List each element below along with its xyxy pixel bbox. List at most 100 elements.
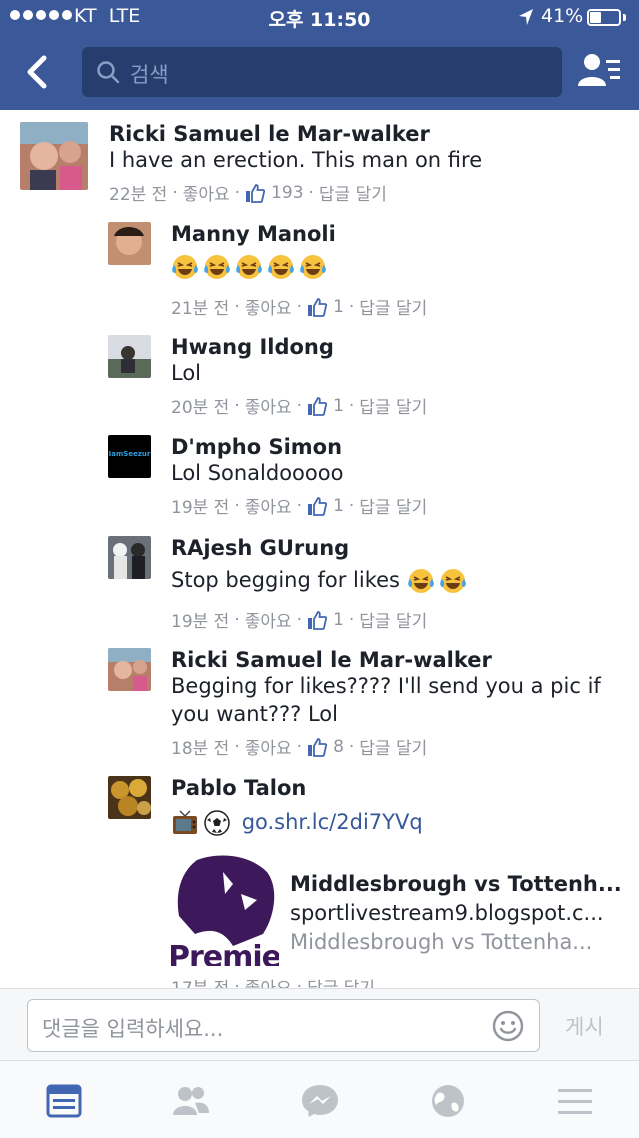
comment-placeholder: 댓글을 입력하세요... [42, 1017, 224, 1041]
reply: IamSeezur D'mpho Simon Lol Sonaldooooo 1… [108, 435, 628, 523]
comment-author[interactable]: Ricki Samuel le Mar-walker [109, 122, 430, 146]
comment-author[interactable]: Manny Manoli [171, 222, 336, 246]
separator: · [234, 736, 240, 757]
separator: · [296, 736, 303, 757]
like-button[interactable]: 좋아요 [245, 393, 292, 418]
logo-wordmark: Premier [171, 940, 279, 966]
separator: · [296, 395, 303, 416]
separator: · [348, 395, 355, 416]
like-count[interactable]: 1 [333, 496, 344, 516]
laughing-crying-emoji [300, 255, 326, 279]
like-count[interactable]: 1 [333, 297, 344, 317]
preview-description: Middlesbrough vs Tottenha... [290, 930, 593, 954]
battery-percentage: 41% [541, 5, 584, 27]
comment-time: 21분 전 [171, 299, 230, 319]
soccer-ball-emoji [204, 810, 230, 836]
shared-link[interactable]: go.shr.lc/2di7YVq [242, 810, 423, 834]
comment-author[interactable]: RAjesh GUrung [171, 536, 349, 560]
like-count[interactable]: 193 [271, 183, 303, 203]
comment-author[interactable]: Hwang Ildong [171, 335, 334, 359]
thumbs-up-icon [308, 737, 328, 757]
like-button[interactable]: 좋아요 [183, 180, 230, 205]
comment-text: I have an erection. This man on fire [109, 148, 483, 172]
separator: · [348, 296, 355, 317]
status-bar: KT LTE 오후 11:50 41% [0, 0, 639, 36]
comment-time: 20분 전 [171, 398, 230, 418]
avatar[interactable] [108, 776, 151, 819]
like-count[interactable]: 1 [333, 396, 344, 416]
laughing-crying-emoji [439, 569, 466, 593]
like-button[interactable]: 좋아요 [245, 493, 292, 518]
search-icon [97, 61, 120, 84]
reply-button[interactable]: 답글 달기 [359, 294, 427, 319]
comment-author[interactable]: Pablo Talon [171, 776, 306, 800]
comment-meta: 19분 전 · 좋아요 · 1 · 답글 달기 [171, 493, 427, 519]
reply: Manny Manoli 21분 전 · 좋아요 · 1 · 답글 달기 [108, 222, 628, 322]
preview-title[interactable]: Middlesbrough vs Tottenh... [290, 872, 622, 896]
reply-button[interactable]: 답글 달기 [359, 393, 427, 418]
battery-level-fill [590, 12, 602, 23]
reply-button[interactable]: 답글 달기 [359, 493, 427, 518]
like-button[interactable]: 좋아요 [245, 607, 292, 632]
like-button[interactable]: 좋아요 [245, 734, 292, 759]
reply-button[interactable]: 답글 달기 [359, 734, 427, 759]
laughing-crying-emoji [268, 255, 294, 279]
separator: · [296, 495, 303, 516]
menu-icon[interactable] [555, 1083, 595, 1119]
reply: Hwang Ildong Lol 20분 전 · 좋아요 · 1 · 답글 달기 [108, 335, 628, 423]
messenger-icon[interactable] [300, 1083, 340, 1119]
comment-meta: 20분 전 · 좋아요 · 1 · 답글 달기 [171, 393, 427, 419]
thumbs-up-icon [308, 297, 328, 317]
avatar[interactable] [108, 335, 151, 378]
like-button[interactable]: 좋아요 [245, 974, 292, 988]
avatar[interactable] [108, 536, 151, 579]
separator: · [234, 609, 240, 630]
emoji-row [407, 568, 471, 593]
back-button[interactable] [18, 50, 58, 94]
comment-text-row: go.shr.lc/2di7YVq [171, 808, 423, 837]
post-button[interactable]: 게시 [565, 1011, 604, 1041]
globe-icon[interactable] [428, 1083, 468, 1119]
reply: Ricki Samuel le Mar-walker Begging for l… [108, 648, 633, 763]
comment-time: 17분 전 [171, 974, 229, 988]
link-preview-card[interactable]: Premier Middlesbrough vs Tottenh... spor… [171, 854, 631, 978]
tab-bar [0, 1060, 639, 1138]
comment-text: Begging for likes???? I'll send you a pi… [171, 674, 601, 698]
comment-meta: 21분 전 · 좋아요 · 1 · 답글 달기 [171, 294, 427, 320]
battery-tip [623, 14, 626, 21]
like-count[interactable]: 1 [333, 610, 344, 630]
separator: · [234, 495, 240, 516]
separator: · [348, 495, 355, 516]
like-button[interactable]: 좋아요 [245, 294, 292, 319]
avatar[interactable] [108, 648, 151, 691]
comment-time: 18분 전 [171, 739, 230, 759]
comment-meta: 17분 전 · 좋아요 · 답글 달기 [171, 974, 375, 989]
comment-text: you want??? Lol [171, 702, 338, 726]
search-input[interactable]: 검색 [82, 47, 562, 97]
separator: · [172, 182, 178, 203]
avatar-caption: IamSeezur [108, 450, 151, 458]
avatar[interactable] [20, 122, 88, 190]
like-count[interactable]: 8 [333, 737, 344, 757]
comment-text: Stop begging for likes [171, 568, 400, 592]
comment-author[interactable]: Ricki Samuel le Mar-walker [171, 648, 492, 672]
comment-input[interactable]: 댓글을 입력하세요... [27, 999, 540, 1052]
thumbs-up-icon [308, 396, 328, 416]
smiley-sticker-icon[interactable] [492, 1010, 524, 1042]
avatar[interactable]: IamSeezur [108, 435, 151, 478]
thumbs-up-icon [246, 183, 266, 203]
avatar[interactable] [108, 222, 151, 265]
comment-meta: 22분 전 · 좋아요 · 193 · 답글 달기 [109, 180, 387, 206]
news-feed-icon[interactable] [44, 1083, 84, 1119]
premier-league-logo: Premier [171, 854, 279, 966]
reply-button[interactable]: 답글 달기 [359, 607, 427, 632]
friend-requests-icon[interactable] [576, 50, 622, 94]
reply-button[interactable]: 답글 달기 [319, 180, 387, 205]
emoji-row [171, 252, 331, 281]
separator: · [308, 182, 314, 203]
reply-button[interactable]: 답글 달기 [307, 974, 375, 988]
separator: · [234, 395, 240, 416]
comment-author[interactable]: D'mpho Simon [171, 435, 342, 459]
thumbs-up-icon [308, 610, 328, 630]
friends-icon[interactable] [171, 1083, 211, 1119]
